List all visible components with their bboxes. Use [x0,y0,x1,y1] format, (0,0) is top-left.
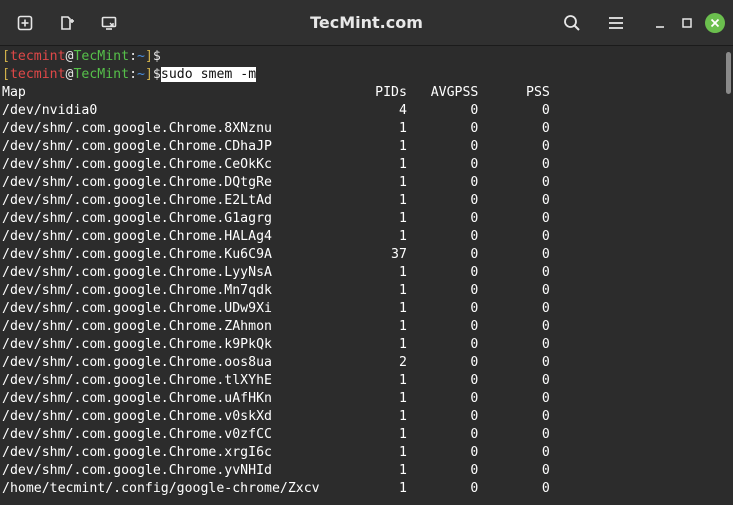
output-line: /dev/shm/.com.google.Chrome.tlXYhE 1 0 0 [2,373,558,388]
output-line: /dev/shm/.com.google.Chrome.Mn7qdk 1 0 0 [2,283,558,298]
prompt-path: ~ [137,67,145,82]
prompt-bracket-open: [ [2,49,10,64]
remote-session-button[interactable] [94,8,124,38]
maximize-button[interactable] [672,8,702,38]
output-line: /dev/shm/.com.google.Chrome.ZAhmon 1 0 0 [2,319,558,334]
output-line: /dev/shm/.com.google.Chrome.UDw9Xi 1 0 0 [2,301,558,316]
prompt-user: tecmint [9,49,66,64]
output-line: /dev/shm/.com.google.Chrome.uAfHKn 1 0 0 [2,391,558,406]
output-line: /dev/shm/.com.google.Chrome.DQtgRe 1 0 0 [2,175,558,190]
remote-session-icon [101,16,117,30]
prompt-host: TecMint [73,67,130,82]
output-line: /dev/shm/.com.google.Chrome.Ku6C9A 37 0 … [2,247,558,262]
output-line: /dev/shm/.com.google.Chrome.CDhaJP 1 0 0 [2,139,558,154]
output-line: /dev/shm/.com.google.Chrome.xrgI6c 1 0 0 [2,445,558,460]
scrollbar-thumb[interactable] [726,52,731,94]
prompt-dollar: $ [152,49,161,64]
new-tab-button[interactable] [10,8,40,38]
export-button[interactable] [52,8,82,38]
command-line: [tecmint@TecMint:~]$sudo smem -m [0,66,724,84]
prompt-colon: : [129,49,138,64]
prompt-host: TecMint [73,49,130,64]
output-line: /dev/shm/.com.google.Chrome.8XNznu 1 0 0 [2,121,558,136]
prompt-colon: : [129,67,138,82]
output-line: /dev/shm/.com.google.Chrome.v0zfCC 1 0 0 [2,427,558,442]
title-bar[interactable]: TecMint.com [0,0,733,46]
terminal-window: TecMint.com [tecmint@TecMint:~]$ [tecmin… [0,0,733,505]
output-line: /dev/nvidia0 4 0 0 [2,103,558,118]
minimize-icon [656,26,664,28]
close-button[interactable] [700,8,730,38]
export-icon [61,16,74,30]
prompt-dollar: $ [152,67,161,82]
new-tab-icon [17,15,33,31]
prompt-line: [tecmint@TecMint:~]$ [0,48,724,66]
hamburger-menu-icon [609,17,623,29]
prompt-user: tecmint [9,67,66,82]
close-icon [705,13,725,33]
prompt-bracket-close: ] [144,49,153,64]
maximize-icon [682,18,692,28]
typed-command: sudo smem -m [160,67,257,82]
output-line: /home/tecmint/.config/google-chrome/Zxcv… [2,481,558,496]
output-line: /dev/shm/.com.google.Chrome.LyyNsA 1 0 0 [2,265,558,280]
output-line: /dev/shm/.com.google.Chrome.yvNHId 1 0 0 [2,463,558,478]
output-line: /dev/shm/.com.google.Chrome.G1agrg 1 0 0 [2,211,558,226]
menu-button[interactable] [601,8,631,38]
output-line: /dev/shm/.com.google.Chrome.E2LtAd 1 0 0 [2,193,558,208]
prompt-bracket-close: ] [144,67,153,82]
output-line: /dev/shm/.com.google.Chrome.CeOkKc 1 0 0 [2,157,558,172]
output-line: /dev/shm/.com.google.Chrome.oos8ua 2 0 0 [2,355,558,370]
prompt-bracket-open: [ [2,67,10,82]
minimize-button[interactable] [645,8,675,38]
output-header: Map PIDs AVGPSS PSS [2,85,558,100]
output-line: /dev/shm/.com.google.Chrome.v0skXd 1 0 0 [2,409,558,424]
scrollbar[interactable] [724,46,733,505]
search-button[interactable] [557,8,587,38]
search-icon [564,15,580,31]
output-line: /dev/shm/.com.google.Chrome.HALAg4 1 0 0 [2,229,558,244]
prompt-path: ~ [137,49,145,64]
output-line: /dev/shm/.com.google.Chrome.k9PkQk 1 0 0 [2,337,558,352]
terminal-output[interactable]: [tecmint@TecMint:~]$ [tecmint@TecMint:~]… [0,46,724,505]
